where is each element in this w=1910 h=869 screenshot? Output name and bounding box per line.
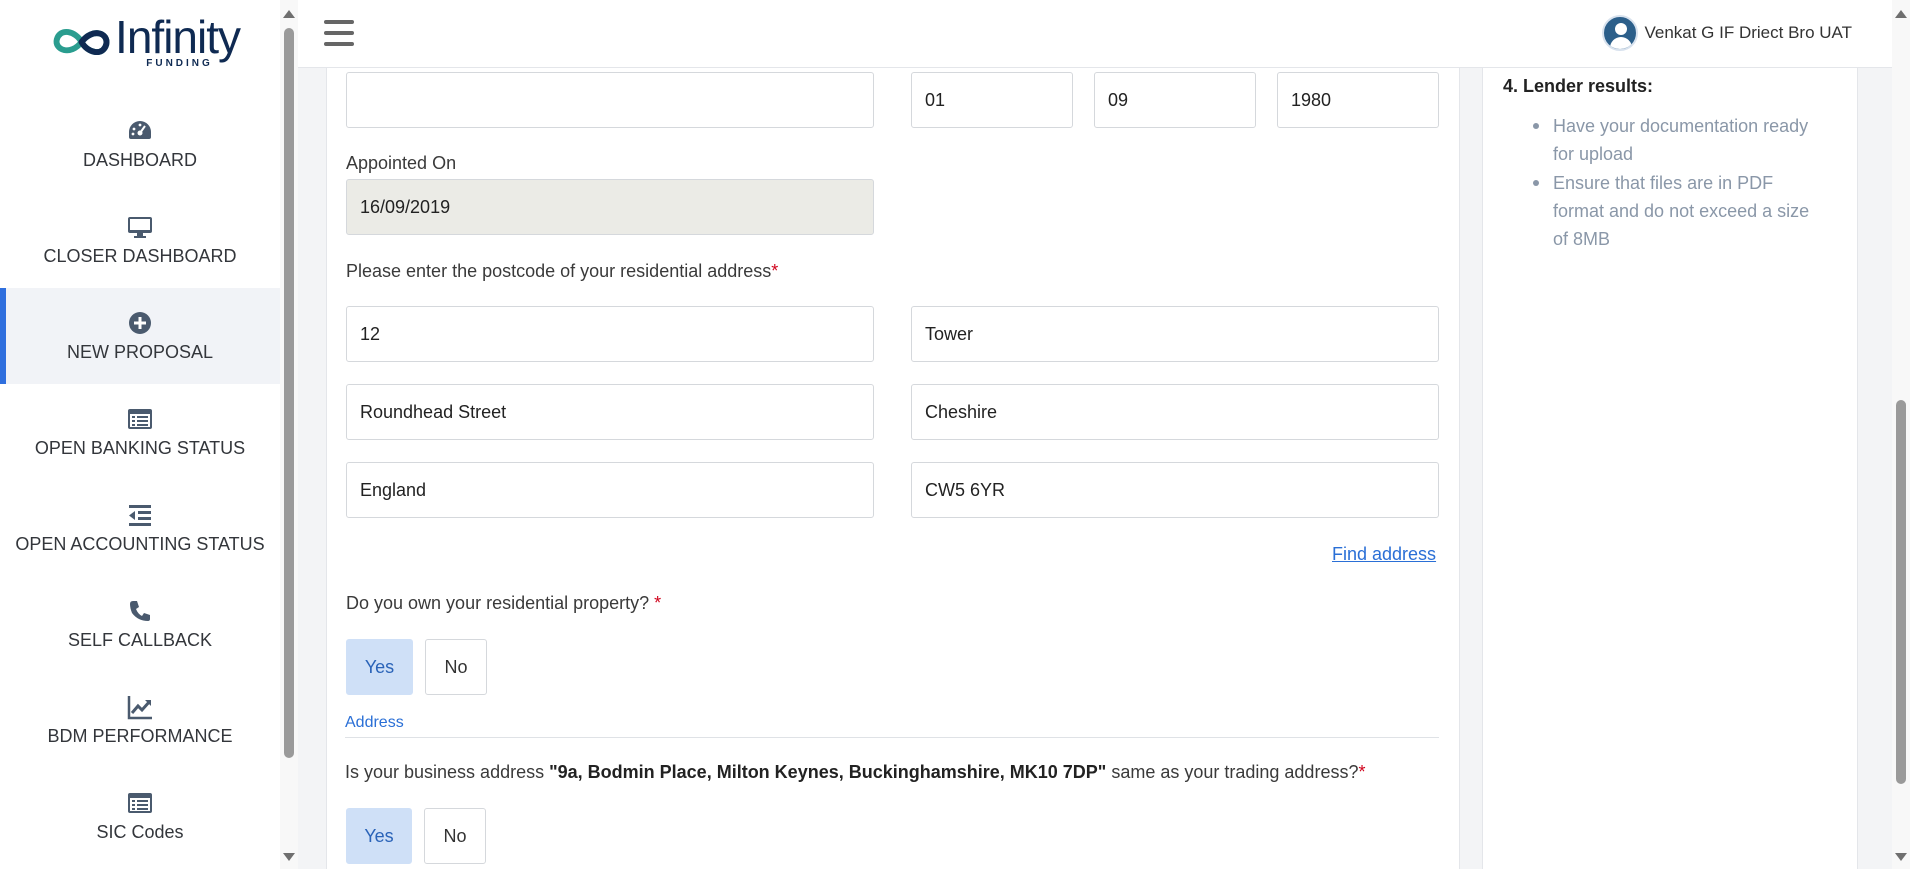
sidebar-item-new-proposal[interactable]: NEW PROPOSAL bbox=[0, 288, 280, 384]
sidebar-item-label: NEW PROPOSAL bbox=[66, 341, 214, 362]
county-field[interactable]: Cheshire bbox=[911, 384, 1439, 440]
proposal-form-card: 01 09 1980 Appointed On 16/09/2019 Pleas… bbox=[326, 68, 1460, 869]
sidebar-item-label: OPEN BANKING STATUS bbox=[34, 437, 246, 458]
logo-text: Infinity FUNDING bbox=[115, 10, 241, 69]
help-panel-bullet: Have your documentation ready for upload bbox=[1507, 112, 1827, 168]
own-property-yes-button[interactable]: Yes bbox=[346, 639, 413, 695]
monitor-icon bbox=[127, 214, 153, 240]
scroll-up-arrow-icon[interactable] bbox=[283, 10, 295, 18]
sidebar-item-dashboard[interactable]: DASHBOARD bbox=[0, 96, 280, 192]
hamburger-menu-icon[interactable] bbox=[324, 20, 354, 48]
help-panel-heading: 4. Lender results: bbox=[1503, 76, 1654, 96]
infinity-logo-icon bbox=[53, 29, 110, 55]
outdent-list-icon bbox=[127, 502, 153, 528]
own-property-question: Do you own your residential property? * bbox=[346, 593, 661, 614]
address-section-label: Address bbox=[345, 714, 404, 731]
app-root: Infinity FUNDING DASHBOARD CLOSER DASHBO… bbox=[0, 0, 1910, 869]
street-field[interactable]: Roundhead Street bbox=[346, 384, 874, 440]
page-scrollbar-thumb[interactable] bbox=[1896, 400, 1906, 784]
required-mark: * bbox=[1358, 762, 1366, 782]
business-address-value: "9a, Bodmin Place, Milton Keynes, Buckin… bbox=[549, 762, 1107, 782]
business-address-question: Is your business address "9a, Bodmin Pla… bbox=[345, 762, 1365, 783]
plus-circle-icon bbox=[127, 310, 153, 336]
section-divider bbox=[345, 737, 1439, 738]
list-card-icon bbox=[127, 790, 153, 816]
sidebar-item-open-accounting-status[interactable]: OPEN ACCOUNTING STATUS bbox=[0, 480, 280, 576]
business-address-yes-button[interactable]: Yes bbox=[346, 808, 412, 864]
required-mark: * bbox=[771, 261, 779, 281]
help-panel-list: Have your documentation ready for upload… bbox=[1507, 112, 1827, 254]
sidebar-scrollbar-thumb[interactable] bbox=[284, 28, 294, 758]
business-address-suffix: same as your trading address? bbox=[1106, 762, 1359, 782]
list-card-icon bbox=[127, 406, 153, 432]
postcode-prompt: Please enter the postcode of your reside… bbox=[346, 261, 778, 282]
sidebar-item-label: CLOSER DASHBOARD bbox=[43, 245, 237, 266]
own-property-question-text: Do you own your residential property? bbox=[346, 593, 650, 613]
sidebar-nav: DASHBOARD CLOSER DASHBOARD NEW PROPOSAL … bbox=[0, 96, 280, 864]
sidebar-item-label: SIC Codes bbox=[96, 821, 184, 842]
top-text-field[interactable] bbox=[346, 72, 874, 128]
logo-wordmark: Infinity bbox=[115, 10, 241, 63]
trend-chart-icon bbox=[127, 694, 153, 720]
business-address-no-button[interactable]: No bbox=[424, 808, 486, 864]
find-address-link[interactable]: Find address bbox=[1332, 544, 1436, 565]
postcode-field[interactable]: CW5 6YR bbox=[911, 462, 1439, 518]
sidebar-item-bdm-performance[interactable]: BDM PERFORMANCE bbox=[0, 672, 280, 768]
top-bar: Venkat G IF Driect Bro UAT bbox=[298, 0, 1892, 68]
help-panel-bullet: Ensure that files are in PDF format and … bbox=[1507, 169, 1827, 253]
sidebar-item-label: SELF CALLBACK bbox=[67, 629, 213, 650]
user-name: Venkat G IF Driect Bro UAT bbox=[1644, 23, 1852, 42]
own-property-no-button[interactable]: No bbox=[425, 639, 487, 695]
sidebar-scrollbar[interactable] bbox=[280, 0, 298, 869]
appointed-on-label: Appointed On bbox=[346, 153, 457, 173]
appointed-on-field: 16/09/2019 bbox=[346, 179, 874, 235]
phone-icon bbox=[127, 598, 153, 624]
required-mark: * bbox=[649, 593, 662, 613]
country-field[interactable]: England bbox=[346, 462, 874, 518]
sidebar-item-closer-dashboard[interactable]: CLOSER DASHBOARD bbox=[0, 192, 280, 288]
dob-month-field[interactable]: 09 bbox=[1094, 72, 1256, 128]
scroll-up-arrow-icon[interactable] bbox=[1895, 10, 1907, 18]
address-line2-field[interactable]: Tower bbox=[911, 306, 1439, 362]
address-line1-field[interactable]: 12 bbox=[346, 306, 874, 362]
sidebar-item-open-banking-status[interactable]: OPEN BANKING STATUS bbox=[0, 384, 280, 480]
scroll-down-arrow-icon[interactable] bbox=[283, 853, 295, 861]
dashboard-gauge-icon bbox=[127, 118, 153, 144]
page-scrollbar[interactable] bbox=[1892, 0, 1910, 869]
user-menu[interactable]: Venkat G IF Driect Bro UAT bbox=[1602, 15, 1852, 51]
brand-logo[interactable]: Infinity FUNDING bbox=[50, 10, 241, 72]
user-avatar-icon bbox=[1602, 15, 1639, 51]
dob-year-field[interactable]: 1980 bbox=[1277, 72, 1439, 128]
sidebar-item-label: BDM PERFORMANCE bbox=[47, 725, 233, 746]
help-panel: 4. Lender results: Have your documentati… bbox=[1482, 68, 1858, 869]
business-address-prefix: Is your business address bbox=[345, 762, 550, 782]
postcode-prompt-text: Please enter the postcode of your reside… bbox=[346, 261, 772, 281]
sidebar-item-label: OPEN ACCOUNTING STATUS bbox=[15, 533, 265, 554]
sidebar-item-self-callback[interactable]: SELF CALLBACK bbox=[0, 576, 280, 672]
sidebar-item-sic-codes[interactable]: SIC Codes bbox=[0, 768, 280, 864]
scroll-down-arrow-icon[interactable] bbox=[1895, 853, 1907, 861]
sidebar: Infinity FUNDING DASHBOARD CLOSER DASHBO… bbox=[0, 0, 280, 869]
sidebar-item-label: DASHBOARD bbox=[82, 149, 198, 170]
dob-day-field[interactable]: 01 bbox=[911, 72, 1073, 128]
